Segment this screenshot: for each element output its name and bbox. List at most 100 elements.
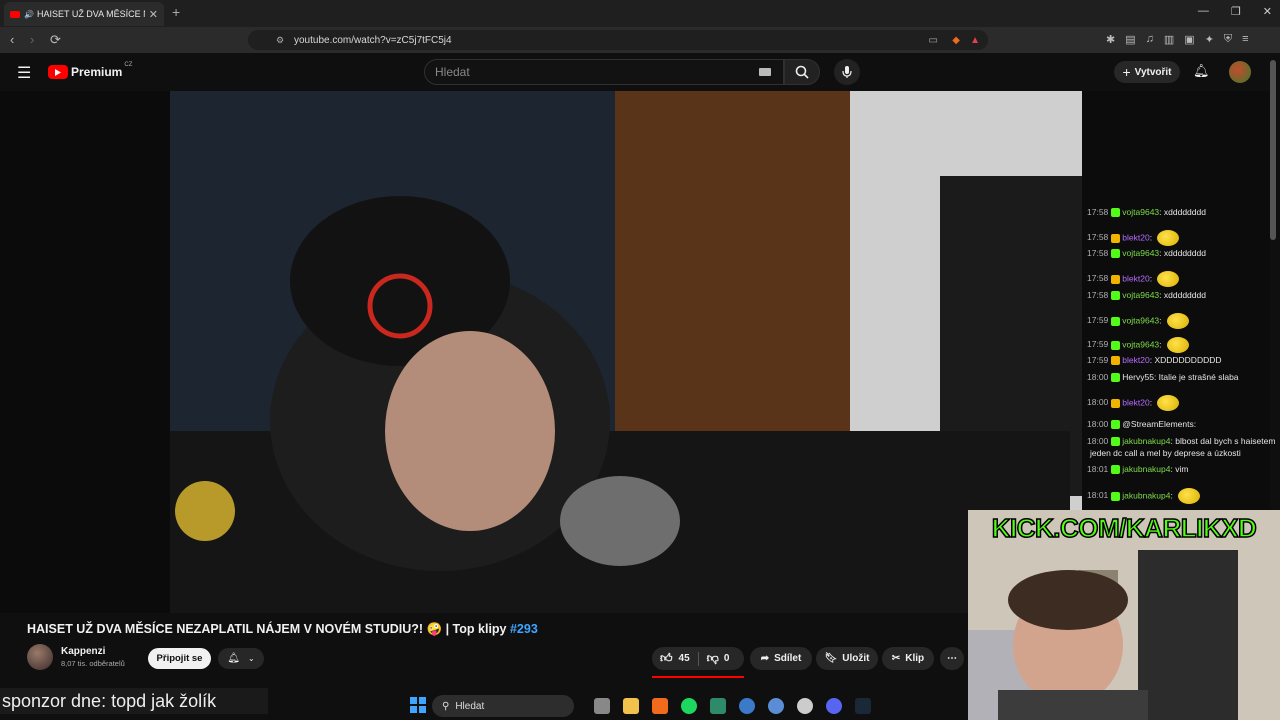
youtube-logo[interactable]: Premium CZ: [48, 62, 132, 79]
chat-username[interactable]: vojta9643: [1122, 339, 1159, 349]
close-tab-icon[interactable]: ✕: [149, 8, 158, 21]
dislike-icon[interactable]: 👎︎: [707, 651, 719, 666]
voice-search-button[interactable]: [834, 59, 860, 85]
taskbar-search[interactable]: ⚲ Hledat: [432, 695, 574, 717]
audio-icon[interactable]: 🔊: [24, 10, 34, 19]
channel-avatar[interactable]: [27, 644, 53, 670]
youtube-favicon-icon: [10, 10, 20, 18]
chat-line: 17:59 vojta9643:: [1087, 313, 1189, 329]
chat-badge-icon: [1111, 208, 1121, 218]
channel-info: Kappenzi 8,07 tis. odběratelů: [27, 644, 125, 670]
reload-icon[interactable]: ⟳: [50, 32, 61, 48]
discord-icon[interactable]: [826, 698, 842, 714]
music-icon[interactable]: ♫: [1146, 33, 1154, 46]
cast-icon[interactable]: ▭: [929, 35, 938, 46]
like-count[interactable]: 45: [679, 653, 690, 664]
search-placeholder: Hledat: [435, 65, 470, 79]
share-button[interactable]: ➦ Sdílet: [750, 647, 812, 670]
site-info-icon[interactable]: ⚙: [276, 35, 284, 46]
account-avatar[interactable]: [1229, 61, 1251, 83]
channel-name[interactable]: Kappenzi: [61, 646, 125, 657]
chat-badge-icon: [1111, 491, 1121, 501]
chat-username[interactable]: vojta9643: [1122, 207, 1159, 217]
chat-badge-icon: [1111, 437, 1121, 447]
video-hashtag[interactable]: #293: [510, 622, 538, 636]
extensions-icon[interactable]: ✱: [1106, 33, 1115, 46]
steam-icon[interactable]: [855, 698, 871, 714]
create-button[interactable]: + Vytvořit: [1114, 61, 1180, 83]
chat-badge-icon: [1111, 398, 1121, 408]
chat-badge-icon: [1111, 316, 1121, 326]
menu-icon[interactable]: ≡: [1242, 33, 1248, 46]
search-input[interactable]: Hledat: [424, 59, 784, 85]
app-icon-2[interactable]: [768, 698, 784, 714]
hamburger-menu-icon[interactable]: ☰: [17, 63, 31, 83]
notifications-bell-icon[interactable]: 🔔︎: [1193, 63, 1210, 79]
back-icon[interactable]: ‹: [10, 32, 14, 47]
chat-username[interactable]: blekt20: [1122, 232, 1149, 242]
brave-browser-icon[interactable]: [652, 698, 668, 714]
app-icon[interactable]: [710, 698, 726, 714]
chat-username[interactable]: blekt20: [1122, 397, 1149, 407]
chat-message-text: jeden dc call a mel by deprese a úzkosti: [1090, 448, 1241, 458]
chat-line: 17:58 vojta9643: xdddddddd: [1087, 248, 1206, 259]
chat-username[interactable]: Hervy55: [1122, 372, 1154, 382]
page-scrollbar[interactable]: [1270, 60, 1276, 240]
tab-title: HAISET UŽ DVA MĚSÍCE NEZAPLATIL: [36, 9, 145, 19]
chat-username[interactable]: jakubnakup4: [1122, 436, 1170, 446]
chat-username[interactable]: jakubnakup4: [1122, 490, 1170, 500]
more-actions-button[interactable]: ⋯: [940, 647, 964, 670]
search-button[interactable]: [784, 59, 820, 85]
video-player[interactable]: [0, 91, 1098, 613]
window-controls: — ❐ ✕: [1198, 5, 1272, 18]
chat-timestamp: 18:01: [1087, 464, 1109, 474]
chat-emote-icon: [1157, 395, 1180, 411]
chat-message-text: xdddddddd: [1163, 248, 1206, 258]
youtube-header: ☰ Premium CZ Hledat + Vytvořit 🔔︎: [0, 53, 1280, 91]
restore-icon[interactable]: ❐: [1231, 5, 1241, 18]
file-explorer-icon[interactable]: [623, 698, 639, 714]
vpn-icon[interactable]: ⛨: [1224, 33, 1232, 46]
chat-emote-icon: [1157, 230, 1180, 246]
windows-taskbar: ⚲ Hledat: [398, 692, 878, 720]
clip-button[interactable]: ✂ Klip: [882, 647, 934, 670]
brave-rewards-icon[interactable]: ▲: [970, 35, 980, 46]
chat-username[interactable]: vojta9643: [1122, 315, 1159, 325]
chat-username[interactable]: vojta9643: [1122, 290, 1159, 300]
chat-username[interactable]: vojta9643: [1122, 248, 1159, 258]
task-view-icon[interactable]: [594, 698, 610, 714]
browser-tab[interactable]: 🔊 HAISET UŽ DVA MĚSÍCE NEZAPLATIL ✕: [4, 2, 164, 26]
chat-username[interactable]: @StreamElements: [1122, 419, 1193, 429]
windows-start-icon[interactable]: [410, 697, 426, 713]
chat-username[interactable]: blekt20: [1122, 273, 1149, 283]
new-tab-button[interactable]: +: [172, 4, 180, 20]
save-button[interactable]: 🔖︎ Uložit: [816, 647, 878, 670]
sidebar-icon[interactable]: ▤: [1125, 33, 1135, 46]
forward-icon[interactable]: ›: [30, 32, 34, 47]
url-field[interactable]: ⚙ youtube.com/watch?v=zC5j7tFC5j4 ▭ ◆ ▲: [248, 30, 988, 50]
keyboard-icon[interactable]: [759, 68, 771, 76]
obs-icon[interactable]: [797, 698, 813, 714]
ccleaner-icon[interactable]: [739, 698, 755, 714]
chat-line: 17:58 vojta9643: xdddddddd: [1087, 207, 1206, 218]
chat-emote-icon: [1178, 488, 1201, 504]
wallet-icon[interactable]: ▣: [1184, 33, 1194, 46]
chat-timestamp: 17:58: [1087, 232, 1109, 243]
chat-line: jeden dc call a mel by deprese a úzkosti: [1087, 448, 1241, 458]
chat-message-text: xdddddddd: [1163, 207, 1206, 217]
brave-shield-icon[interactable]: ◆: [952, 35, 960, 46]
join-button[interactable]: Připojit se: [148, 648, 211, 669]
youtube-play-icon: [48, 65, 68, 79]
chat-username[interactable]: blekt20: [1122, 355, 1149, 365]
close-window-icon[interactable]: ✕: [1263, 5, 1272, 18]
minimize-icon[interactable]: —: [1198, 5, 1209, 18]
chat-username[interactable]: jakubnakup4: [1122, 464, 1170, 474]
chat-line: 17:59 blekt20: XDDDDDDDDDD: [1087, 355, 1222, 366]
leo-icon[interactable]: ✦: [1205, 33, 1214, 46]
panel-icon[interactable]: ▥: [1164, 33, 1174, 46]
subscription-notifications-button[interactable]: 🔔︎ ⌄: [218, 648, 264, 669]
like-icon[interactable]: 👍︎: [660, 651, 673, 666]
dislike-count[interactable]: 0: [724, 653, 730, 664]
like-dislike-group: 👍︎ 45 👎︎ 0: [652, 647, 744, 670]
spotify-icon[interactable]: [681, 698, 697, 714]
